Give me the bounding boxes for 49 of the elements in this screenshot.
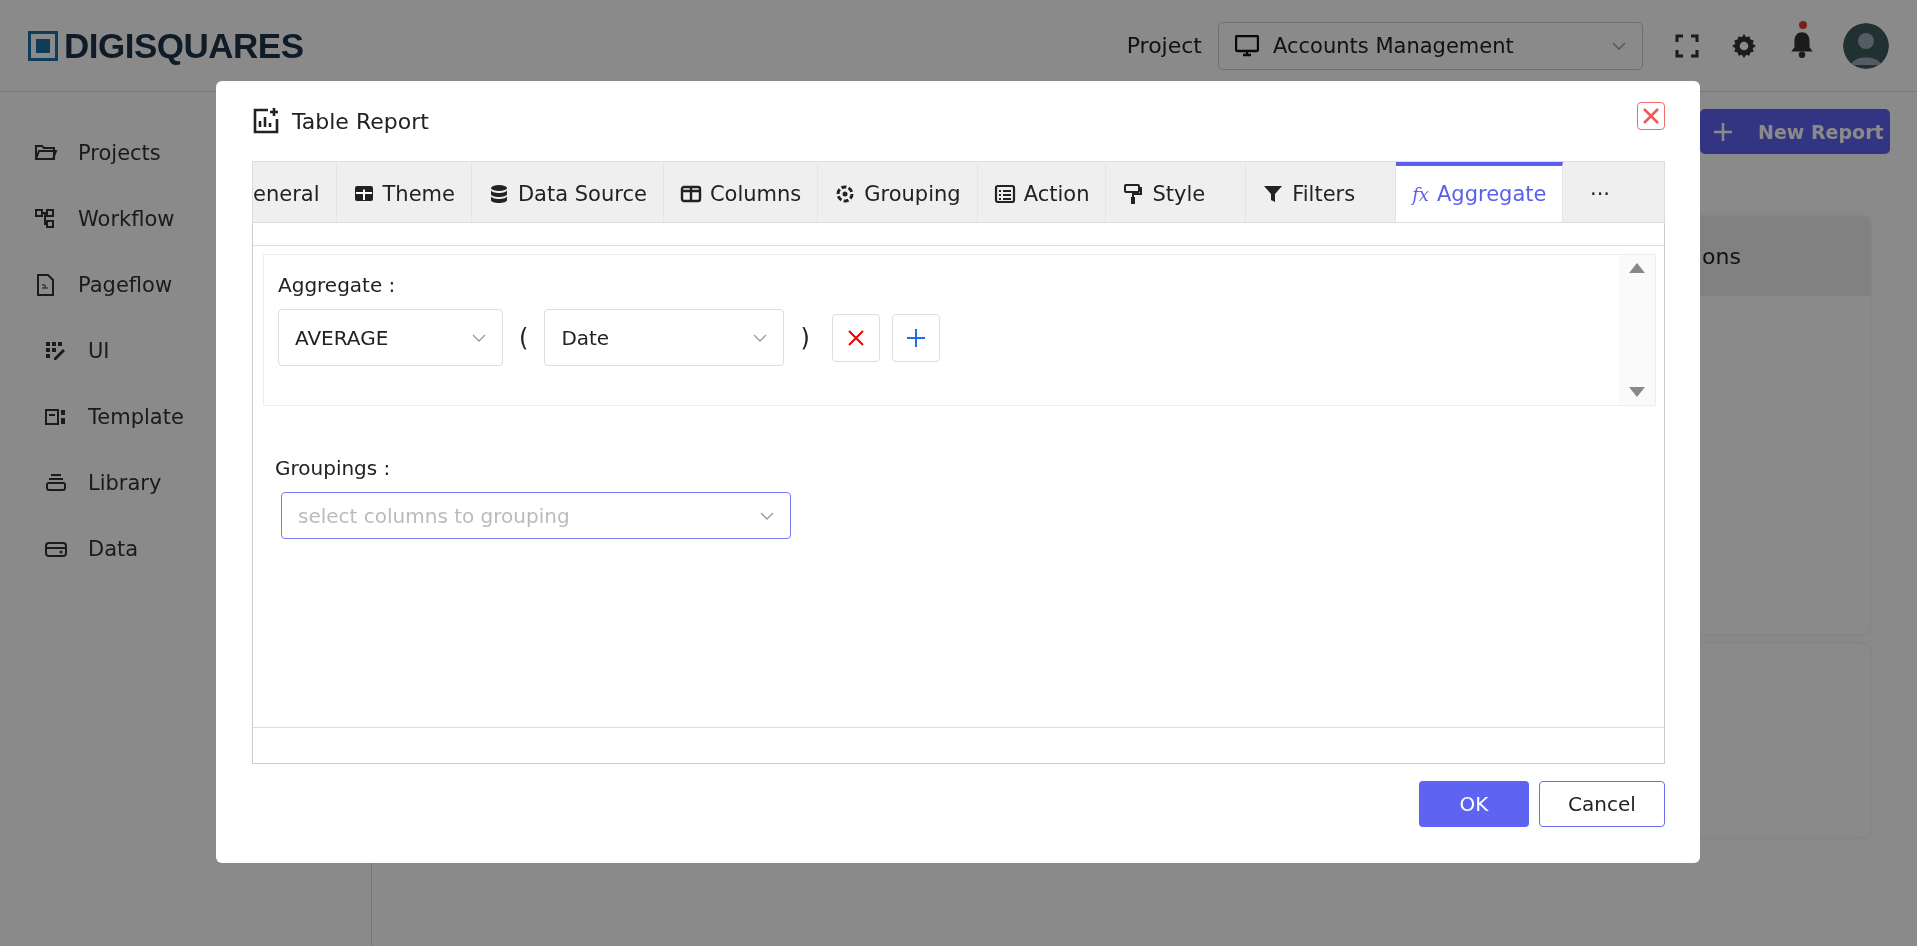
more-tab[interactable]: ··· xyxy=(1563,162,1637,222)
column-select[interactable]: Date xyxy=(544,309,785,366)
ok-button[interactable]: OK xyxy=(1419,781,1529,827)
open-parenthesis: ( xyxy=(519,323,529,352)
grid-pencil-icon xyxy=(44,339,68,363)
tab[interactable]: Columns xyxy=(663,162,819,222)
chevron-icon xyxy=(472,333,486,342)
settings-icon[interactable] xyxy=(1731,32,1757,59)
tab[interactable]: Action xyxy=(977,162,1107,222)
sidebar-item[interactable]: Template xyxy=(0,384,371,450)
project-select[interactable]: Accounts Management xyxy=(1218,21,1643,70)
scroll-up-icon[interactable] xyxy=(1629,263,1645,273)
close-icon xyxy=(846,328,865,347)
project-label: Project xyxy=(1126,33,1202,58)
close-icon xyxy=(1642,107,1660,125)
tab[interactable]: Theme xyxy=(336,162,472,222)
columns-icon xyxy=(679,183,702,205)
chevron-icon xyxy=(760,511,774,520)
scroll-down-icon[interactable] xyxy=(1629,387,1645,397)
tab[interactable]: Data Source xyxy=(471,162,664,222)
fullscreen-icon[interactable] xyxy=(1675,33,1699,58)
card-heading: ons xyxy=(1702,243,1741,269)
paint-roller-icon xyxy=(1122,183,1145,205)
close-button[interactable] xyxy=(1637,102,1665,130)
function-select[interactable]: AVERAGE xyxy=(278,309,503,366)
avatar-icon[interactable] xyxy=(1843,22,1889,69)
aggregate-label: Aggregate : xyxy=(278,273,397,297)
monitor-icon xyxy=(1235,34,1259,57)
add-button[interactable] xyxy=(891,313,940,362)
tab[interactable]: fx Aggregate xyxy=(1396,162,1564,222)
groupings-label: Groupings : xyxy=(275,456,392,480)
cancel-button[interactable]: Cancel xyxy=(1539,781,1665,827)
tab[interactable]: Style xyxy=(1106,162,1247,222)
close-parenthesis: ) xyxy=(800,323,810,352)
remove-button[interactable] xyxy=(831,313,880,362)
tab[interactable]: eneral xyxy=(253,162,337,222)
notification-dot xyxy=(1799,20,1807,29)
plus-icon xyxy=(1712,120,1734,143)
bell-icon[interactable] xyxy=(1789,29,1815,58)
list-icon xyxy=(993,183,1016,205)
dialog-title: Table Report xyxy=(292,108,429,134)
chevron-icon xyxy=(753,333,768,342)
tab[interactable]: Grouping xyxy=(818,162,978,222)
logo-text: DIGISQUARES xyxy=(64,25,304,66)
chart-add-icon xyxy=(252,107,280,135)
chevron-icon xyxy=(1612,41,1626,50)
plus-icon xyxy=(905,327,926,348)
filter-icon xyxy=(1262,183,1285,205)
logo-icon xyxy=(28,30,58,61)
